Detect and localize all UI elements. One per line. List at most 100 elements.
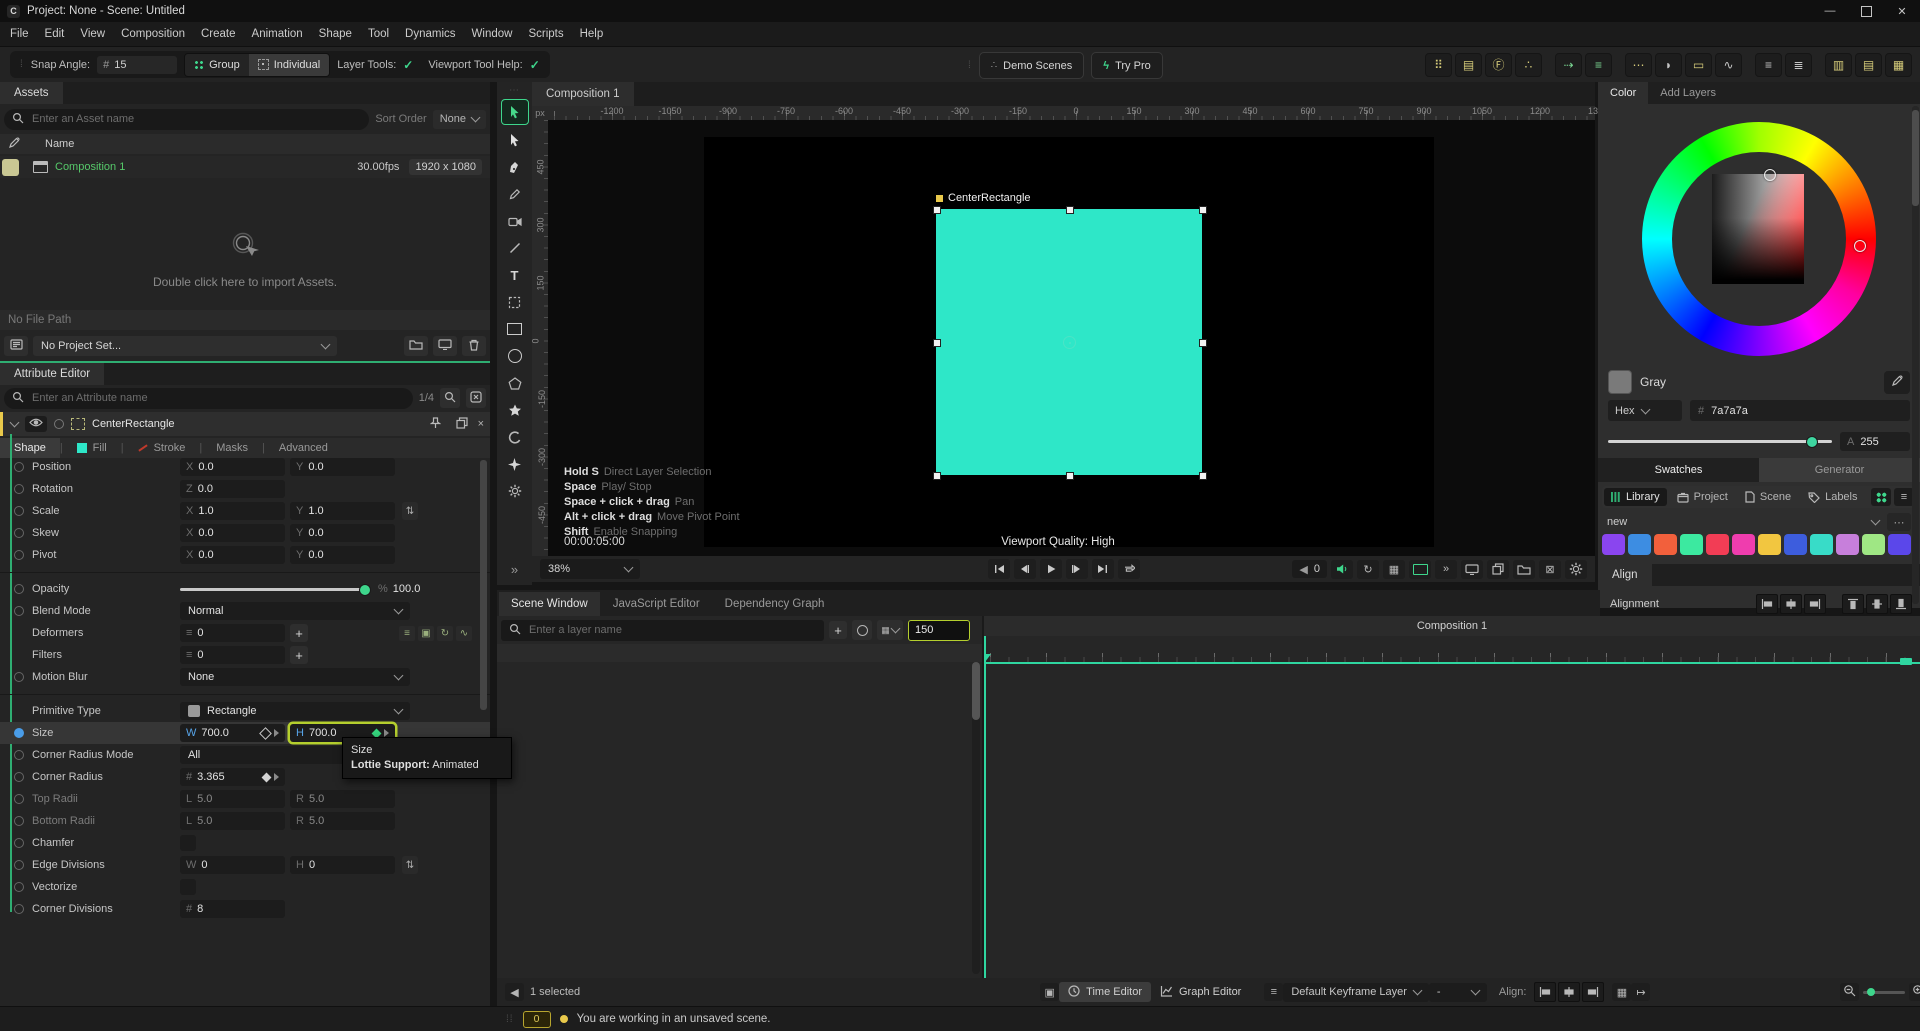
source-project[interactable]: Project — [1670, 488, 1735, 506]
value-field[interactable]: Y 1.0 — [290, 502, 395, 520]
zoom-out-button[interactable] — [1840, 983, 1859, 1001]
frame-all-button[interactable]: ▣ — [1040, 983, 1060, 1001]
value-field[interactable]: W0 — [180, 856, 285, 874]
value-field[interactable]: X 1.0 — [180, 502, 285, 520]
attribute-tab-shape[interactable]: Shape — [0, 438, 60, 458]
value-field[interactable]: ≡ 0 — [180, 646, 285, 664]
attr-row-deformers[interactable]: Deformers ≡ 0 + ≡ ▣ ↻ ∿ — [0, 622, 490, 644]
maximize-button[interactable] — [1848, 0, 1884, 22]
menu-help[interactable]: Help — [572, 28, 612, 40]
keyframe-radio[interactable] — [14, 550, 24, 560]
value-field[interactable]: #3.365 — [180, 768, 285, 786]
snap-keys-button[interactable]: ▦ — [1612, 983, 1632, 1001]
keyframe-diamond-icon[interactable] — [259, 726, 272, 740]
frame-step-counter[interactable]: ◀ 0 — [1292, 560, 1327, 578]
swatch-color-2[interactable] — [1654, 534, 1677, 555]
attribute-tab-stroke[interactable]: Stroke — [124, 438, 200, 458]
value-field[interactable]: L 5.0 — [180, 812, 285, 830]
viewport-help-check-icon[interactable]: ✓ — [530, 58, 540, 72]
align-left-icon[interactable] — [1534, 982, 1557, 1002]
value-field[interactable]: Y 0.0 — [290, 524, 395, 542]
attribute-scrollbar[interactable] — [480, 460, 487, 710]
layout-grid-icon[interactable]: ⠿ — [1425, 52, 1452, 77]
picker-icon[interactable] — [8, 136, 21, 152]
align-tab[interactable]: Align — [1598, 564, 1652, 586]
alpha-slider-knob[interactable] — [1806, 436, 1818, 448]
filter-ball-button[interactable] — [852, 620, 872, 640]
frame-badge[interactable]: 0 — [522, 1010, 551, 1028]
keyframe-radio[interactable] — [14, 528, 24, 538]
swatch-color-0[interactable] — [1602, 534, 1625, 555]
value-field[interactable]: X 0.0 — [180, 546, 285, 564]
expression-arrow-icon[interactable] — [274, 729, 279, 737]
group-mode-button[interactable]: Group — [185, 53, 249, 76]
asset-search-input[interactable] — [30, 112, 362, 126]
attr-row-opacity[interactable]: Opacity % 100.0 — [0, 578, 490, 600]
viewport[interactable]: Composition 1 px -1200 -1050 -900 -750 -600-… — [531, 82, 1608, 582]
loop-button[interactable] — [1117, 559, 1140, 579]
value-field[interactable]: H0 — [290, 856, 395, 874]
value-field[interactable]: X 0.0 — [180, 458, 285, 476]
attribute-search-input[interactable] — [30, 391, 405, 405]
attr-row-position[interactable]: Position X 0.0 Y 0.0 — [0, 456, 490, 478]
expression-arrow-icon[interactable] — [384, 729, 389, 737]
viewport-composition-tab[interactable]: Composition 1 — [532, 82, 634, 106]
attr-row-edge-divisions[interactable]: Edge Divisions W 0 H 0 ⇅ — [0, 854, 490, 876]
timeline-zoom-knob[interactable] — [1867, 987, 1875, 996]
minimize-button[interactable]: — — [1812, 0, 1848, 22]
shift-keys-button[interactable]: ↦ — [1631, 983, 1651, 1001]
current-color-swatch[interactable] — [1608, 370, 1632, 394]
attr-row-primitive-type[interactable]: Primitive Type Rectangle — [0, 700, 490, 722]
drag-grip-icon[interactable]: ⁞ — [968, 60, 972, 71]
keyframe-radio[interactable] — [14, 882, 24, 892]
filter-dropdown[interactable]: - — [1428, 982, 1487, 1002]
swatch-color-10[interactable] — [1862, 534, 1885, 555]
rows-icon[interactable]: ▤ — [1855, 52, 1882, 77]
sv-marker[interactable] — [1764, 169, 1776, 181]
keyframe-radio[interactable] — [14, 728, 24, 738]
drag-grip-icon[interactable]: ⁞ — [20, 59, 24, 70]
attr-row-blend-mode[interactable]: Blend Mode Normal — [0, 600, 490, 622]
align-center-h-icon[interactable] — [1558, 982, 1581, 1002]
timeline-ruler[interactable] — [984, 636, 1920, 662]
swatches-tab[interactable]: Swatches — [1598, 458, 1759, 482]
select-tool[interactable] — [500, 99, 529, 125]
attr-row-chamfer[interactable]: Chamfer — [0, 832, 490, 854]
visibility-toggle[interactable] — [25, 416, 47, 432]
keyframe-diamond-icon[interactable] — [261, 772, 272, 782]
menu-animation[interactable]: Animation — [244, 28, 311, 40]
source-library[interactable]: Library — [1604, 488, 1667, 506]
saturation-value-square[interactable] — [1712, 174, 1804, 284]
asset-row-composition[interactable]: Composition 1 30.00fps 1920 x 1080 — [0, 156, 490, 178]
selection-handle[interactable] — [1199, 339, 1207, 347]
pin-button[interactable] — [425, 416, 446, 432]
align-top-icon[interactable] — [1842, 594, 1864, 614]
layer-tools-check-icon[interactable]: ✓ — [403, 58, 413, 72]
asset-search[interactable] — [4, 108, 370, 130]
columns-icon[interactable]: ▥ — [1825, 52, 1852, 77]
frame-back-button[interactable] — [1013, 559, 1036, 579]
value-field[interactable]: R 5.0 — [290, 790, 395, 808]
value-field[interactable]: X 0.0 — [180, 524, 285, 542]
keyframe-radio[interactable] — [14, 584, 24, 594]
playhead-marker[interactable] — [984, 654, 991, 662]
keyframe-radio[interactable] — [14, 750, 24, 760]
attr-row-motion-blur[interactable]: Motion Blur None — [0, 666, 490, 688]
value-field[interactable]: #8 — [180, 900, 285, 918]
keyframe-area[interactable]: Composition 1 — [984, 616, 1920, 978]
attr-row-skew[interactable]: Skew X 0.0 Y 0.0 — [0, 522, 490, 544]
attribute-search[interactable] — [4, 387, 413, 409]
selection-handle[interactable] — [1199, 472, 1207, 480]
attr-dropdown[interactable]: None — [180, 668, 410, 686]
attribute-tab-advanced[interactable]: Advanced — [265, 438, 342, 458]
asset-color-swatch[interactable] — [2, 158, 19, 176]
grid-overlay-icon[interactable]: ▦ — [1383, 559, 1405, 579]
eyedropper-button[interactable] — [1884, 370, 1910, 394]
color-mode-dropdown[interactable]: Hex — [1608, 400, 1682, 421]
hue-marker[interactable] — [1854, 240, 1866, 252]
align-center-v-icon[interactable] — [1866, 594, 1888, 614]
time-editor-button[interactable]: Time Editor — [1059, 982, 1151, 1002]
grid-view-button[interactable] — [1871, 488, 1891, 506]
menu-shape[interactable]: Shape — [311, 28, 360, 40]
panel-scrollbar-thumb[interactable] — [1912, 110, 1919, 206]
